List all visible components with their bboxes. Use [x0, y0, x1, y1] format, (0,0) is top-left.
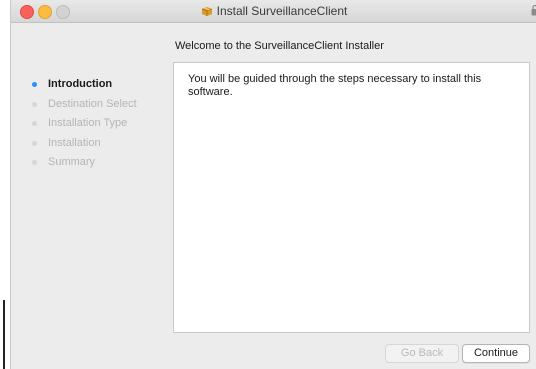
installer-steps-sidebar: Introduction Destination Select Installa… [31, 78, 137, 176]
step-summary: Summary [31, 156, 137, 176]
installer-window: Install SurveillanceClient Welcome to th… [10, 0, 536, 369]
step-indicator-dot [32, 140, 37, 146]
lock-icon [531, 4, 536, 16]
content-panel[interactable]: You will be guided through the steps nec… [173, 62, 530, 333]
window-title-container: Install SurveillanceClient [11, 4, 536, 18]
step-destination-select: Destination Select [31, 98, 137, 118]
step-indicator-dot [32, 121, 37, 126]
intro-text: You will be guided through the steps nec… [188, 73, 482, 98]
title-bar[interactable]: Install SurveillanceClient [11, 0, 536, 23]
step-indicator-dot [32, 160, 37, 165]
page-heading: Welcome to the SurveillanceClient Instal… [175, 40, 384, 52]
window-title: Install SurveillanceClient [216, 4, 348, 18]
step-label: Destination Select [48, 97, 137, 110]
step-introduction: Introduction [31, 78, 137, 98]
step-installation-type: Installation Type [31, 117, 137, 137]
step-label: Installation Type [48, 117, 128, 129]
continue-button[interactable]: Continue [462, 344, 530, 363]
background-window-edge [0, 0, 10, 369]
step-label: Introduction [48, 78, 113, 90]
step-indicator-dot [32, 101, 37, 107]
step-installation: Installation [31, 137, 137, 157]
step-label: Installation [48, 136, 101, 149]
step-indicator-dot [32, 82, 37, 87]
go-back-button[interactable]: Go Back [385, 344, 459, 363]
step-label: Summary [48, 156, 96, 168]
background-edge-line [3, 300, 5, 369]
package-icon [201, 7, 212, 16]
